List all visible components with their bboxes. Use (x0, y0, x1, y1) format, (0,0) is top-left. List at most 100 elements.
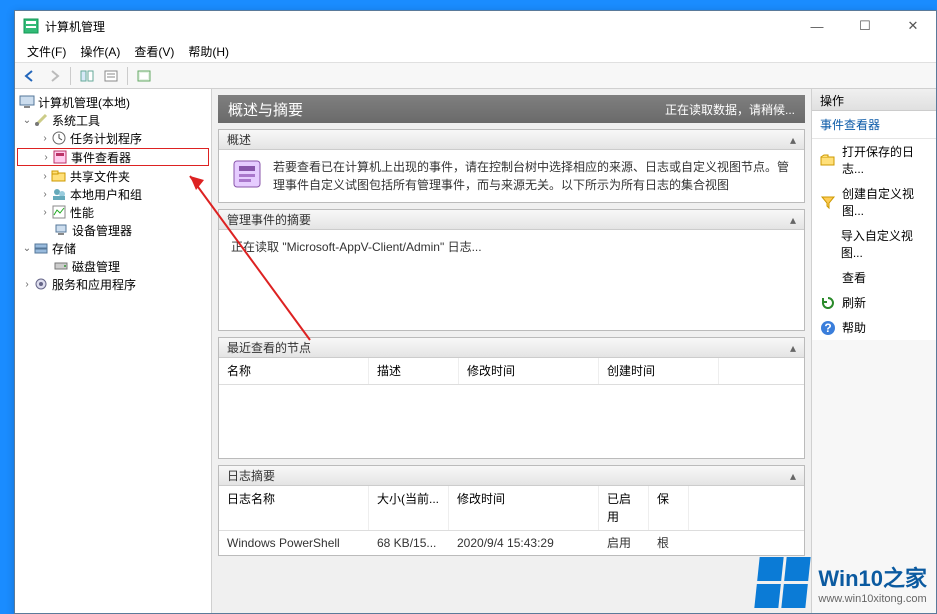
app-icon (23, 18, 39, 34)
cell-enabled: 启用 (599, 531, 649, 555)
collapse-icon[interactable]: ▴ (790, 341, 796, 355)
folder-open-icon (820, 152, 836, 168)
expander-icon[interactable]: › (39, 171, 51, 182)
cell-mod: 2020/9/4 15:43:29 (449, 531, 599, 555)
computer-icon (19, 94, 35, 110)
logsum-section: 日志摘要 ▴ 日志名称 大小(当前... 修改时间 已启用 保 Windows … (218, 465, 805, 556)
tree-label: 事件查看器 (71, 149, 131, 166)
tree-eventviewer[interactable]: › 事件查看器 (17, 148, 209, 166)
toolbar-btn-2[interactable] (100, 65, 122, 87)
actions-subtitle: 事件查看器 (812, 111, 936, 139)
tree-systools[interactable]: ⌄ 系统工具 (17, 111, 209, 129)
device-icon (53, 222, 69, 238)
forward-button[interactable] (43, 65, 65, 87)
users-icon (51, 186, 67, 202)
recent-section: 最近查看的节点 ▴ 名称 描述 修改时间 创建时间 (218, 337, 805, 459)
col-desc[interactable]: 描述 (369, 358, 459, 384)
cell-ret: 根 (649, 531, 689, 555)
tree-label: 磁盘管理 (72, 258, 120, 275)
cell-size: 68 KB/15... (369, 531, 449, 555)
collapse-icon[interactable]: ▴ (790, 213, 796, 227)
table-row[interactable]: Windows PowerShell 68 KB/15... 2020/9/4 … (219, 531, 804, 555)
col-size[interactable]: 大小(当前... (369, 486, 449, 530)
minimize-button[interactable]: — (802, 19, 832, 34)
tree-localusers[interactable]: › 本地用户和组 (17, 185, 209, 203)
col-logname[interactable]: 日志名称 (219, 486, 369, 530)
toolbar-btn-1[interactable] (76, 65, 98, 87)
action-create-view[interactable]: 创建自定义视图... (812, 181, 936, 223)
tree-shared[interactable]: › 共享文件夹 (17, 167, 209, 185)
expander-icon[interactable]: › (39, 133, 51, 144)
col-mod[interactable]: 修改时间 (449, 486, 599, 530)
tree-label: 存储 (52, 240, 76, 257)
section-title: 最近查看的节点 (227, 339, 311, 356)
action-open-saved[interactable]: 打开保存的日志... (812, 139, 936, 181)
action-label: 刷新 (842, 294, 866, 311)
overview-text: 若要查看已在计算机上出现的事件，请在控制台树中选择相应的来源、日志或自定义视图节… (273, 158, 792, 194)
tree-perf[interactable]: › 性能 (17, 203, 209, 221)
folder-share-icon (51, 168, 67, 184)
back-button[interactable] (19, 65, 41, 87)
col-mod[interactable]: 修改时间 (459, 358, 599, 384)
tree-label: 服务和应用程序 (52, 276, 136, 293)
col-ret[interactable]: 保 (649, 486, 689, 530)
menu-action[interactable]: 操作(A) (74, 41, 126, 62)
cell-name: Windows PowerShell (219, 531, 369, 555)
clock-icon (51, 130, 67, 146)
section-head: 最近查看的节点 ▴ (219, 338, 804, 358)
menu-view[interactable]: 查看(V) (128, 41, 180, 62)
tree-pane[interactable]: 计算机管理(本地) ⌄ 系统工具 › 任务计划程序 › 事件查看器 › 共享文件… (15, 89, 212, 613)
section-head: 管理事件的摘要 ▴ (219, 210, 804, 230)
expander-icon[interactable]: › (39, 189, 51, 200)
center-pane: 概述与摘要 正在读取数据，请稍候... 概述 ▴ 若要查看已在计算机上出现的事件… (212, 89, 811, 613)
collapse-icon[interactable]: ▴ (790, 469, 796, 483)
tree-services[interactable]: › 服务和应用程序 (17, 275, 209, 293)
section-title: 日志摘要 (227, 467, 275, 484)
actions-pane: 操作 事件查看器 打开保存的日志... 创建自定义视图... 导入自定义视图..… (811, 89, 936, 613)
menu-help[interactable]: 帮助(H) (182, 41, 235, 62)
col-enabled[interactable]: 已启用 (599, 486, 649, 530)
expander-icon[interactable]: › (21, 279, 33, 290)
toolbar-btn-3[interactable] (133, 65, 155, 87)
action-import-view[interactable]: 导入自定义视图... (812, 223, 936, 265)
section-head: 日志摘要 ▴ (219, 466, 804, 486)
col-create[interactable]: 创建时间 (599, 358, 719, 384)
action-refresh[interactable]: 刷新 (812, 290, 936, 315)
close-button[interactable]: ✕ (898, 18, 928, 34)
tree-label: 系统工具 (52, 112, 100, 129)
action-label: 导入自定义视图... (841, 227, 928, 261)
eventviewer-icon (52, 149, 68, 165)
tree-label: 本地用户和组 (70, 186, 142, 203)
watermark-url: www.win10xitong.com (818, 593, 927, 605)
action-view[interactable]: 查看 (812, 265, 936, 290)
toolbar (15, 63, 936, 89)
watermark-brand: Win10之家 (818, 561, 927, 593)
action-help[interactable]: ? 帮助 (812, 315, 936, 340)
collapse-icon[interactable]: ▴ (790, 133, 796, 147)
section-title: 概述 (227, 131, 251, 148)
action-label: 打开保存的日志... (842, 143, 928, 177)
center-header: 概述与摘要 正在读取数据，请稍候... (218, 95, 805, 123)
logsum-table-header: 日志名称 大小(当前... 修改时间 已启用 保 (219, 486, 804, 531)
expander-icon[interactable]: ⌄ (21, 243, 33, 254)
filter-icon (820, 194, 836, 210)
tree-devmgr[interactable]: 设备管理器 (17, 221, 209, 239)
col-name[interactable]: 名称 (219, 358, 369, 384)
tree-storage[interactable]: ⌄ 存储 (17, 239, 209, 257)
expander-icon[interactable]: › (39, 207, 51, 218)
section-head: 概述 ▴ (219, 130, 804, 150)
disk-icon (53, 258, 69, 274)
menu-file[interactable]: 文件(F) (21, 41, 72, 62)
maximize-button[interactable]: ☐ (850, 18, 880, 34)
tree-root[interactable]: 计算机管理(本地) (17, 93, 209, 111)
expander-icon[interactable]: ⌄ (21, 115, 33, 126)
tree-diskmgmt[interactable]: 磁盘管理 (17, 257, 209, 275)
storage-icon (33, 240, 49, 256)
services-icon (33, 276, 49, 292)
summary-section: 管理事件的摘要 ▴ 正在读取 "Microsoft-AppV-Client/Ad… (218, 209, 805, 331)
expander-icon[interactable]: › (40, 152, 52, 163)
import-icon (820, 236, 835, 252)
toolbar-sep (70, 67, 71, 85)
tree-tasksched[interactable]: › 任务计划程序 (17, 129, 209, 147)
action-label: 创建自定义视图... (842, 185, 928, 219)
